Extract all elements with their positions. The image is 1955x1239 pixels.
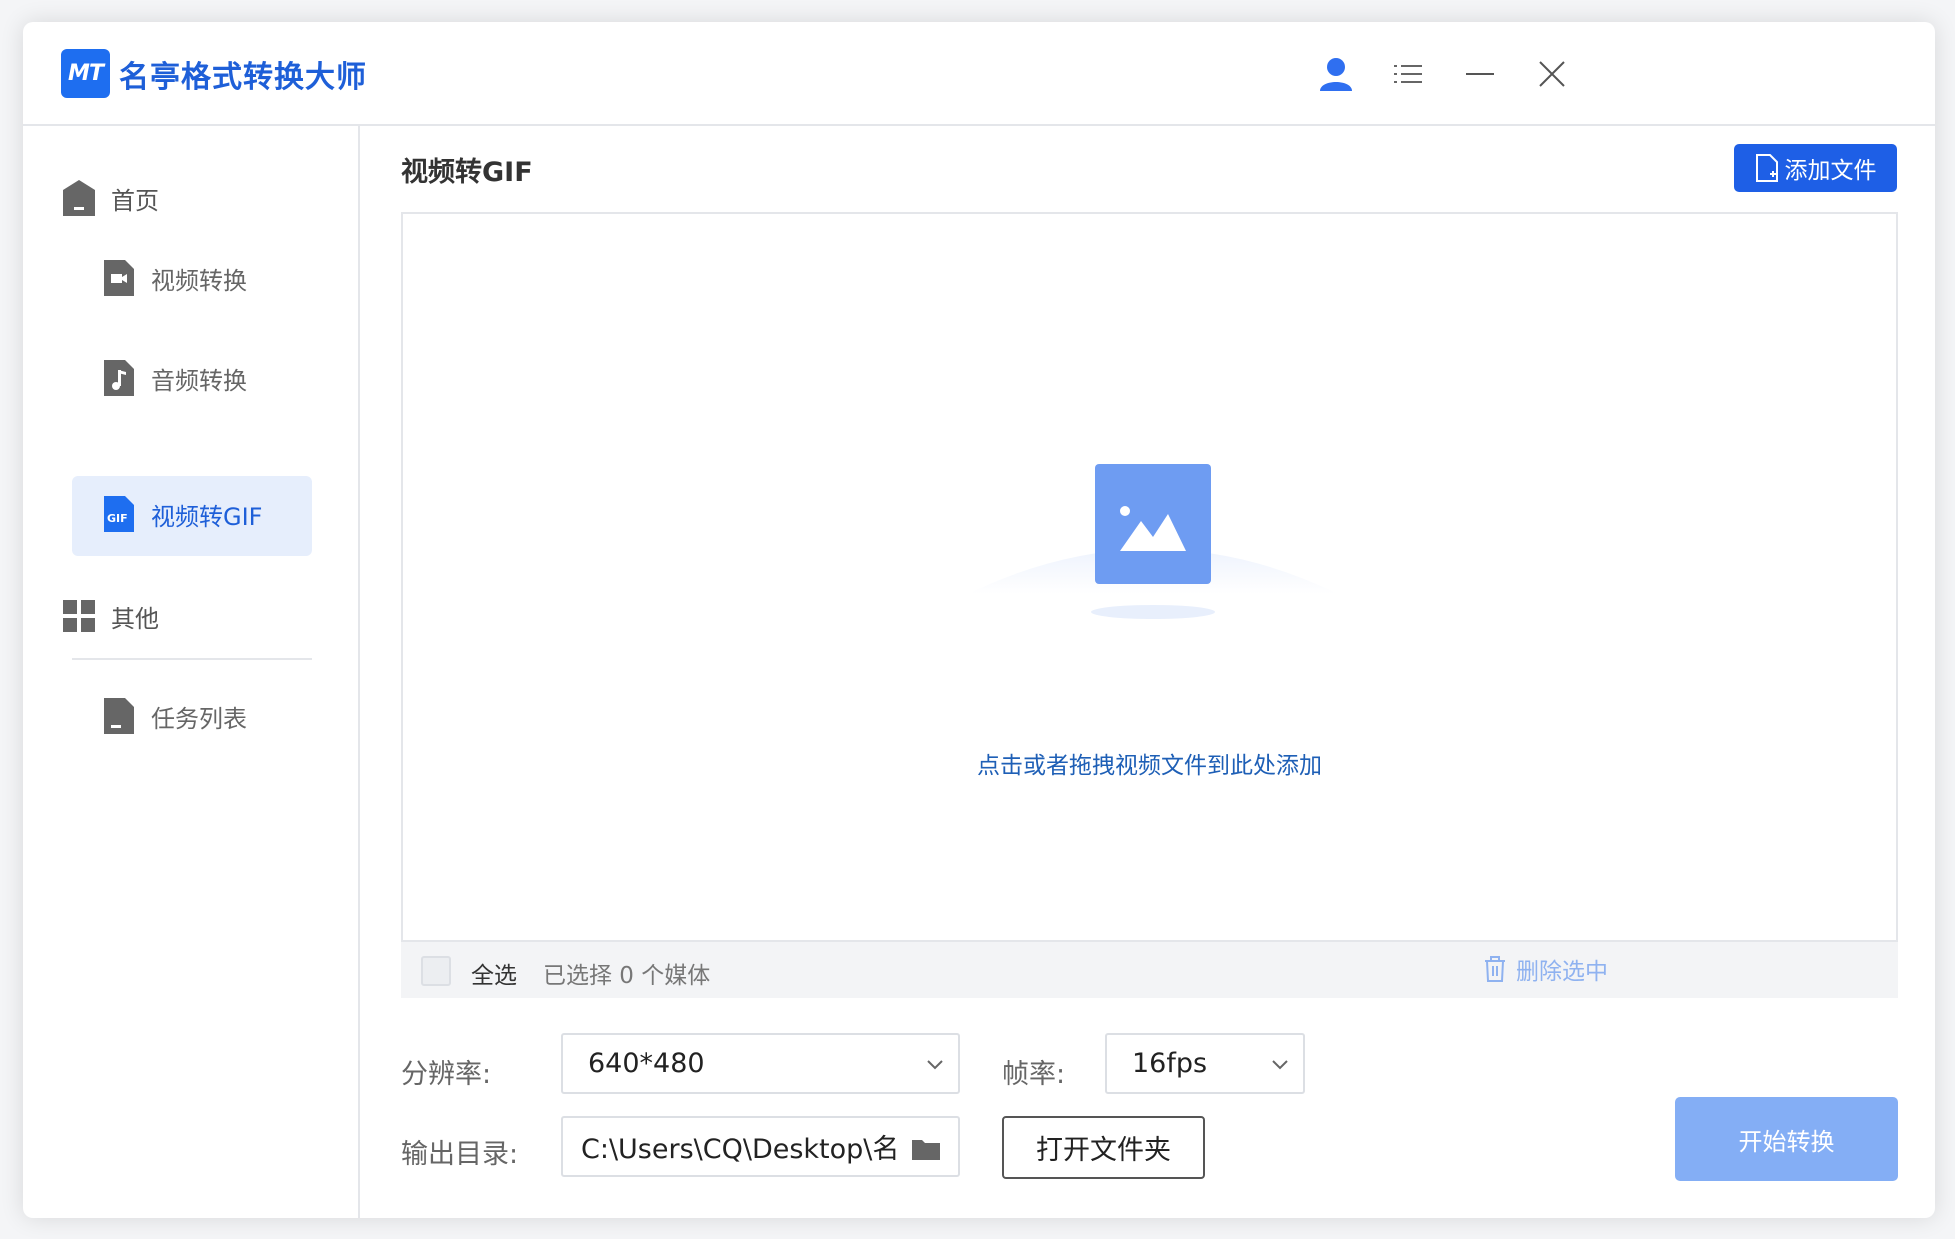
minimize-icon[interactable]	[1460, 54, 1500, 94]
delete-selected-button[interactable]: 删除选中	[1484, 952, 1608, 986]
title-bar: MT 名亭格式转换大师	[23, 22, 1935, 126]
sidebar-item-label: 视频转GIF	[151, 502, 263, 531]
chevron-down-icon	[1272, 1060, 1288, 1070]
resolution-label: 分辨率:	[401, 1059, 492, 1090]
audio-file-icon	[103, 360, 135, 396]
sidebar-item-audio-convert[interactable]: 音频转换	[103, 360, 247, 396]
framerate-label: 帧率:	[1002, 1059, 1066, 1090]
selected-count: 已选择 0 个媒体	[543, 963, 711, 989]
output-dir-label: 输出目录:	[401, 1139, 519, 1170]
task-file-icon	[103, 698, 135, 734]
close-icon[interactable]	[1532, 54, 1572, 94]
output-dir-field[interactable]: C:\Users\CQ\Desktop\名	[561, 1116, 960, 1177]
sidebar-item-video-gif[interactable]: GIF 视频转GIF	[103, 496, 262, 532]
output-dir-value: C:\Users\CQ\Desktop\名	[581, 1134, 900, 1165]
svg-text:GIF: GIF	[107, 512, 128, 525]
add-file-label: 添加文件	[1784, 158, 1877, 184]
selection-bar: 全选 已选择 0 个媒体 删除选中	[401, 942, 1898, 998]
menu-icon[interactable]	[1388, 54, 1428, 94]
sidebar-item-other[interactable]: 其他	[63, 598, 159, 634]
video-file-icon	[103, 260, 135, 296]
start-convert-button[interactable]: 开始转换	[1675, 1097, 1898, 1181]
grid-icon	[63, 598, 95, 634]
sidebar-item-label: 音频转换	[151, 366, 247, 395]
folder-icon[interactable]	[912, 1138, 940, 1160]
select-all-checkbox[interactable]	[421, 956, 451, 986]
user-icon[interactable]	[1316, 54, 1356, 94]
sidebar-item-task-list[interactable]: 任务列表	[103, 698, 247, 734]
framerate-select[interactable]: 16fps	[1105, 1033, 1305, 1094]
app-logo: MT	[61, 49, 110, 98]
gif-file-icon: GIF	[103, 496, 135, 532]
sidebar-item-label: 任务列表	[151, 704, 247, 733]
app-window: MT 名亭格式转换大师 首页 视频转换 音频转换 GIF 视频转GIF 其他 任…	[23, 22, 1935, 1218]
sidebar-item-label: 首页	[111, 186, 159, 215]
sidebar-divider	[72, 658, 312, 660]
add-file-button[interactable]: 添加文件	[1734, 144, 1897, 192]
empty-image-icon	[968, 464, 1338, 619]
sidebar-item-label: 其他	[111, 604, 159, 633]
app-title: 名亭格式转换大师	[119, 60, 367, 95]
page-title: 视频转GIF	[401, 157, 533, 188]
open-folder-button[interactable]: 打开文件夹	[1002, 1116, 1205, 1179]
select-all-label[interactable]: 全选	[471, 956, 517, 990]
file-drop-zone[interactable]: 点击或者拖拽视频文件到此处添加	[401, 212, 1898, 942]
trash-icon	[1485, 956, 1505, 982]
sidebar: 首页 视频转换 音频转换 GIF 视频转GIF 其他 任务列表	[23, 126, 360, 1218]
add-file-icon	[1755, 154, 1778, 182]
home-icon	[63, 180, 95, 216]
resolution-value: 640*480	[588, 1048, 705, 1079]
sidebar-item-video-convert[interactable]: 视频转换	[103, 260, 247, 296]
resolution-select[interactable]: 640*480	[561, 1033, 960, 1094]
sidebar-item-home[interactable]: 首页	[63, 180, 159, 216]
framerate-value: 16fps	[1132, 1048, 1208, 1079]
chevron-down-icon	[927, 1060, 943, 1070]
drop-hint-text: 点击或者拖拽视频文件到此处添加	[977, 753, 1322, 779]
delete-selected-label: 删除选中	[1516, 959, 1608, 985]
sidebar-item-label: 视频转换	[151, 266, 247, 295]
